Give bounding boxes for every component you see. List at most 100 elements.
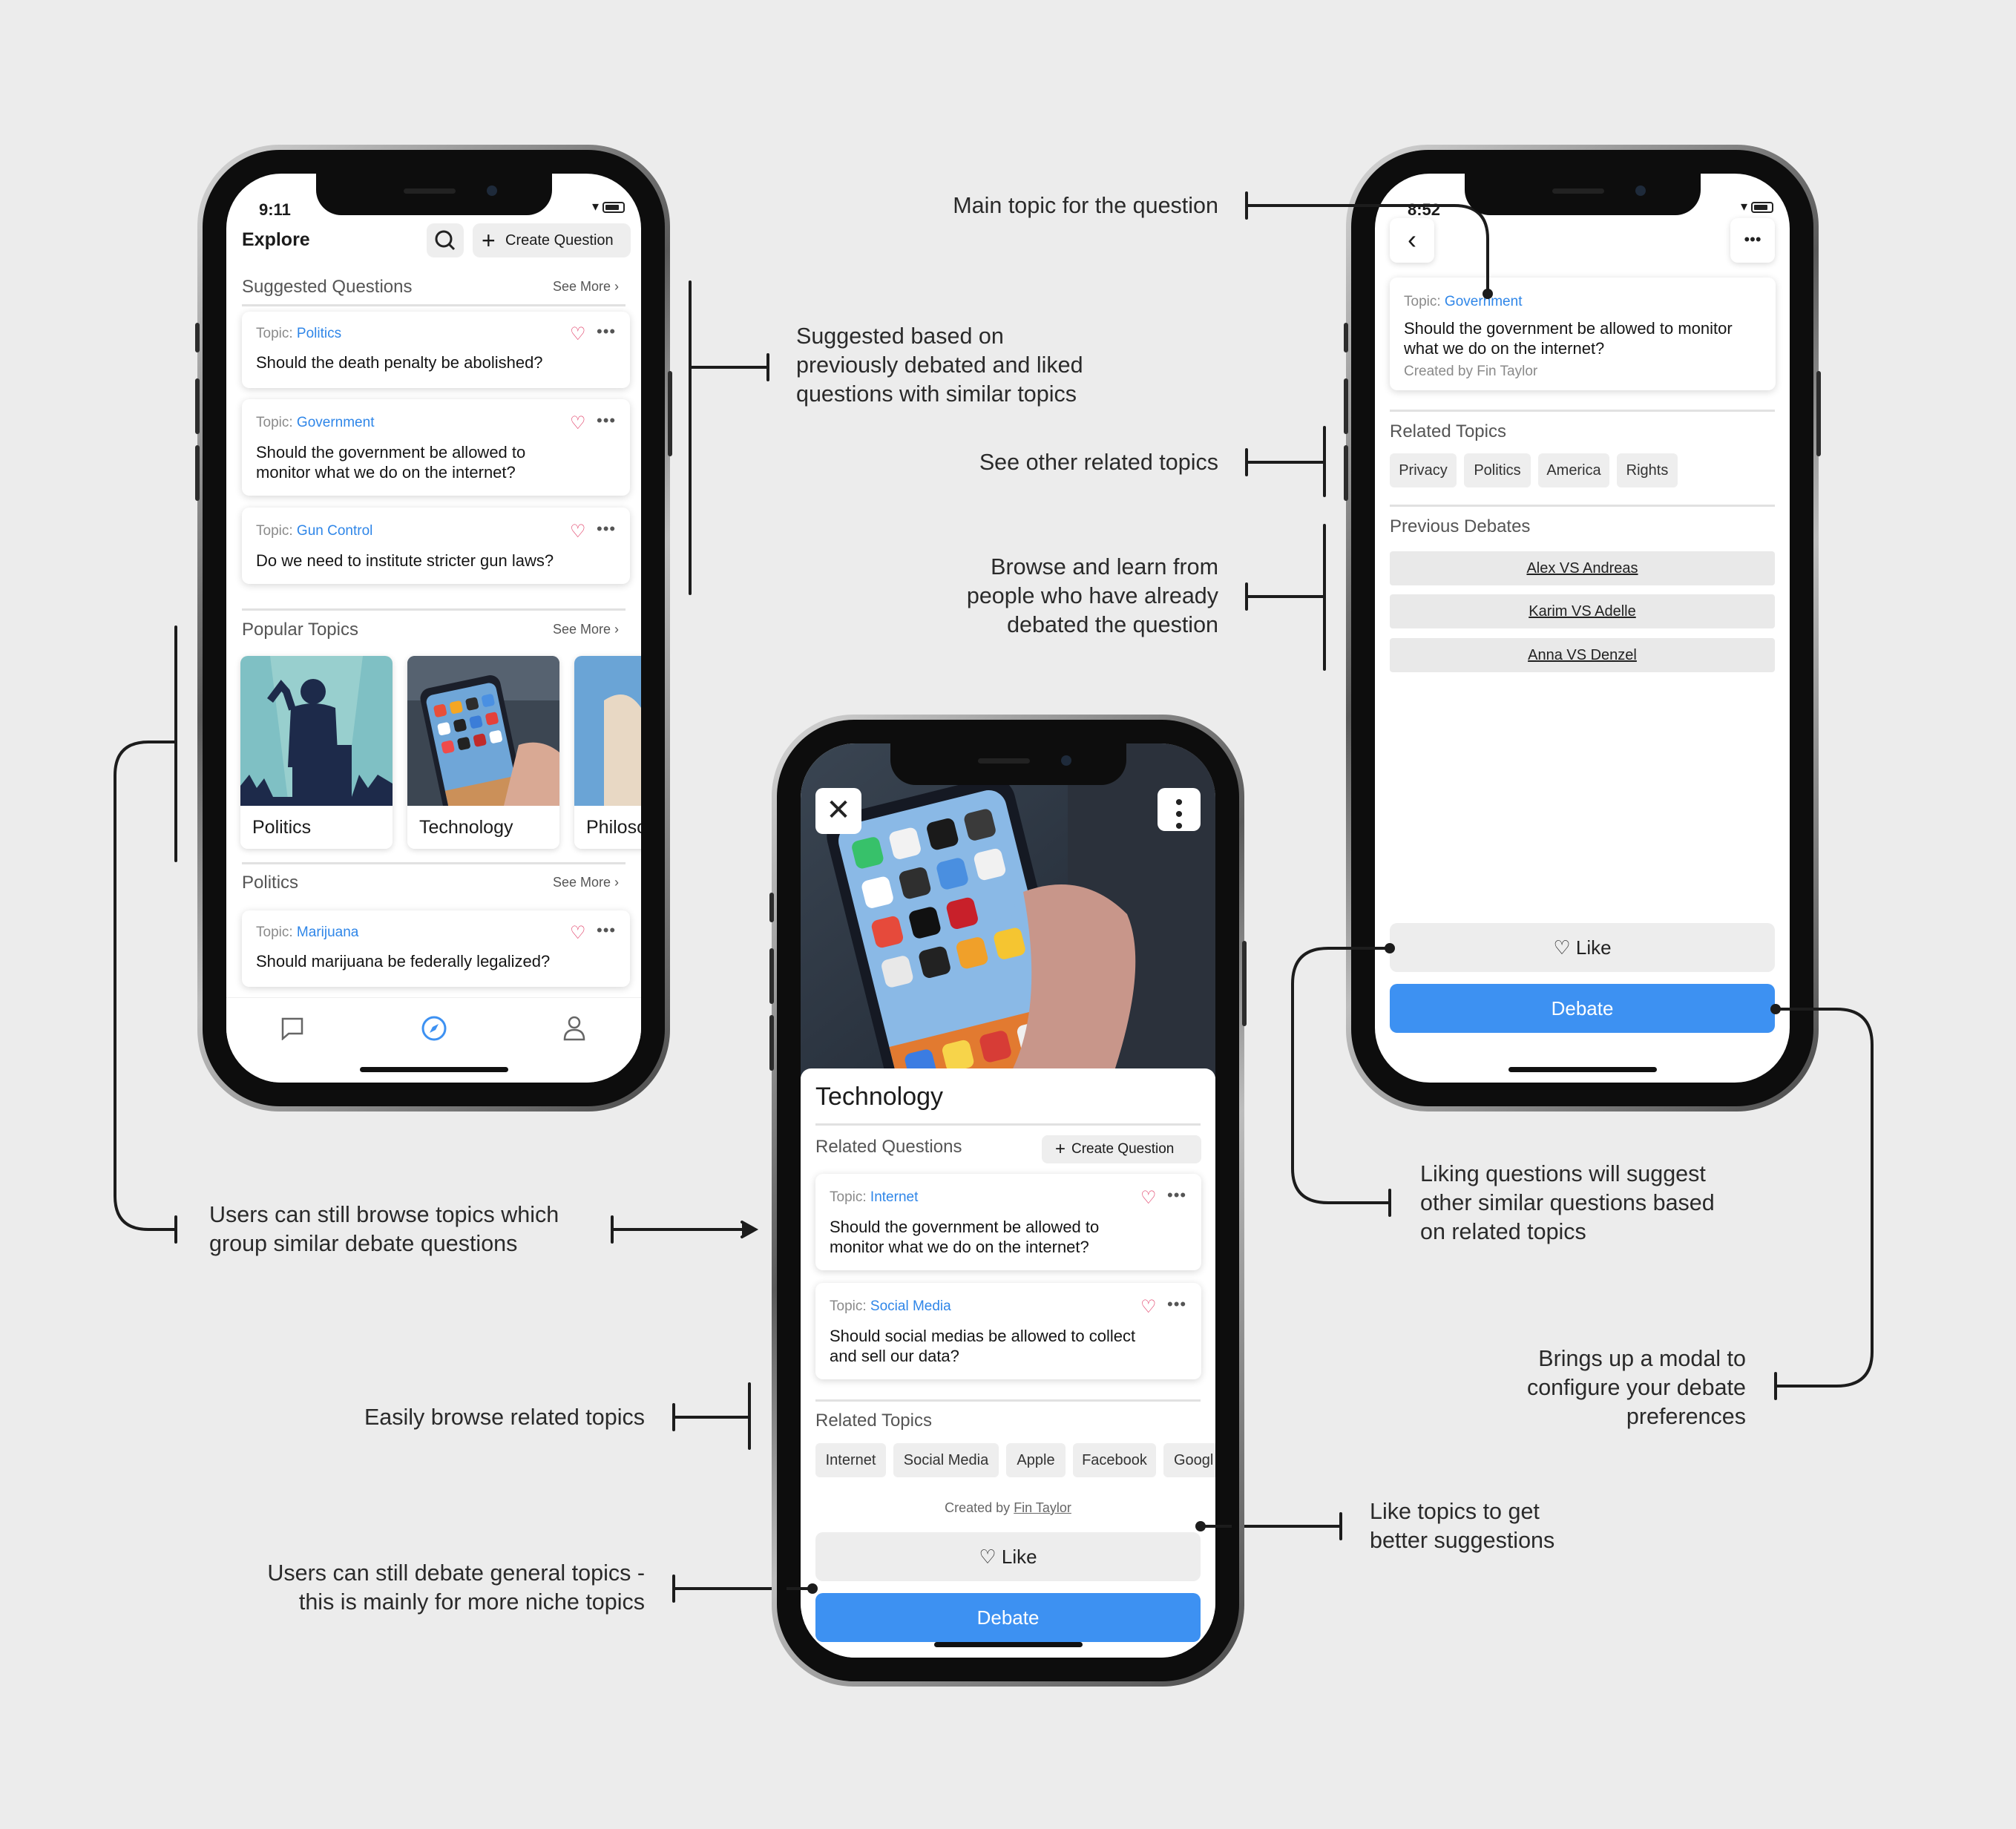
topic-chip[interactable]: Privacy — [1390, 453, 1457, 487]
back-icon[interactable]: ‹ — [1390, 218, 1434, 263]
question-card[interactable]: Topic: Government ♡ ••• Should the gover… — [242, 399, 630, 496]
profile-icon[interactable] — [562, 1015, 587, 1042]
previous-debate-link[interactable]: Alex VS Andreas — [1390, 551, 1775, 585]
topic-prefix: Topic: — [1404, 294, 1441, 309]
more-icon[interactable]: ••• — [597, 413, 616, 429]
heart-icon[interactable]: ♡ — [1140, 1189, 1157, 1207]
topic-chip[interactable]: Apple — [1006, 1443, 1066, 1477]
topic-prefix: Topic: — [256, 326, 293, 341]
compass-icon[interactable] — [421, 1015, 447, 1042]
question-card[interactable]: Topic: Social Media ♡ ••• Should social … — [815, 1283, 1201, 1379]
topic-link[interactable]: Social Media — [870, 1298, 951, 1314]
create-question-button[interactable]: + Create Question — [473, 223, 631, 257]
topic-tile-politics[interactable]: Politics — [240, 656, 393, 849]
more-vertical-icon[interactable]: • • • — [1158, 788, 1201, 838]
topic-link[interactable]: Government — [297, 415, 375, 430]
topic-link[interactable]: Internet — [870, 1189, 918, 1205]
heart-icon[interactable]: ♡ — [570, 326, 586, 344]
side-button — [1344, 323, 1348, 352]
topic-tile-philosophy[interactable]: Philoso — [574, 656, 641, 849]
topic-chip[interactable]: Social Media — [893, 1443, 999, 1477]
like-button[interactable]: ♡ Like — [1390, 923, 1775, 972]
phone-question-detail: 8:52 ▾ ‹ ••• Topic: Government Should th… — [1344, 145, 1821, 1111]
like-label: Like — [1001, 1546, 1037, 1568]
side-button — [195, 445, 200, 501]
tile-label: Politics — [240, 806, 393, 849]
question-text: Should the government be allowed to moni… — [256, 443, 526, 482]
see-more-politics[interactable]: See More › — [553, 875, 619, 890]
topic-chip[interactable]: Googl — [1163, 1443, 1215, 1477]
question-text: Should the government be allowed to moni… — [830, 1218, 1100, 1256]
heart-icon[interactable]: ♡ — [570, 523, 586, 541]
create-question-label: Create Question — [505, 232, 614, 249]
previous-debate-link[interactable]: Karim VS Adelle — [1390, 594, 1775, 628]
topic-link[interactable]: Government — [1445, 294, 1523, 309]
topic-chip[interactable]: Internet — [815, 1443, 886, 1477]
more-icon[interactable]: ••• — [597, 324, 616, 340]
search-button[interactable] — [427, 223, 464, 257]
question-text: Should marijuana be federally legalized? — [256, 952, 551, 971]
see-more-popular[interactable]: See More › — [553, 622, 619, 637]
home-indicator — [359, 1067, 508, 1072]
topic-link[interactable]: Marijuana — [297, 925, 358, 940]
more-icon[interactable]: ••• — [1730, 218, 1775, 263]
line-browse-topics — [114, 625, 177, 1244]
heart-icon[interactable]: ♡ — [570, 415, 586, 433]
question-topic: Topic: Politics — [256, 326, 341, 342]
heart-icon: ♡ — [979, 1546, 996, 1568]
creator-link[interactable]: Fin Taylor — [1014, 1500, 1071, 1515]
create-question-button[interactable]: + Create Question — [1042, 1135, 1201, 1163]
topic-title: Technology — [815, 1083, 944, 1111]
line-browse-learn — [1245, 524, 1326, 671]
explore-screen: 9:11 ▾ Explore + Create Question Suggest… — [226, 174, 641, 1083]
close-icon[interactable]: ✕ — [815, 788, 861, 834]
topic-tile-technology[interactable]: Technology — [407, 656, 559, 849]
question-card[interactable]: Topic: Internet ♡ ••• Should the governm… — [815, 1174, 1201, 1270]
plus-icon: + — [1055, 1139, 1066, 1159]
question-topic: Topic: Gun Control — [256, 523, 372, 539]
debate-button[interactable]: Debate — [1390, 984, 1775, 1033]
previous-debate-link[interactable]: Anna VS Denzel — [1390, 638, 1775, 672]
heart-icon[interactable]: ♡ — [1140, 1298, 1157, 1316]
topic-prefix: Topic: — [830, 1189, 867, 1205]
line-related-easily — [672, 1382, 751, 1450]
see-more-label: See More — [553, 279, 611, 294]
technology-image — [407, 656, 559, 827]
divider — [1390, 505, 1775, 507]
divider — [815, 1123, 1201, 1126]
annotation-browse-topics: Users can still browse topics which grou… — [209, 1202, 559, 1256]
status-time: 8:52 — [1408, 200, 1441, 219]
phone-explore: 9:11 ▾ Explore + Create Question Suggest… — [195, 145, 672, 1111]
plus-icon: + — [482, 227, 496, 254]
debate-button[interactable]: Debate — [815, 1593, 1201, 1642]
previous-debates-title: Previous Debates — [1390, 516, 1531, 536]
divider — [1390, 410, 1775, 412]
side-button — [1242, 941, 1247, 1026]
more-icon[interactable]: ••• — [1167, 1187, 1186, 1204]
chat-icon[interactable] — [280, 1017, 304, 1040]
topic-chip[interactable]: Politics — [1464, 453, 1531, 487]
side-button — [1344, 445, 1348, 501]
question-card[interactable]: Topic: Politics ♡ ••• Should the death p… — [242, 312, 630, 388]
more-icon[interactable]: ••• — [1167, 1296, 1186, 1313]
more-icon[interactable]: ••• — [597, 521, 616, 537]
topic-link[interactable]: Politics — [297, 326, 341, 341]
topic-chip[interactable]: America — [1538, 453, 1609, 487]
like-button[interactable]: ♡ Like — [815, 1532, 1201, 1581]
question-card[interactable]: Topic: Marijuana ♡ ••• Should marijuana … — [242, 910, 630, 987]
heart-icon[interactable]: ♡ — [570, 925, 586, 942]
topic-chip[interactable]: Facebook — [1073, 1443, 1156, 1477]
topic-link[interactable]: Gun Control — [297, 523, 372, 539]
topic-chip[interactable]: Rights — [1617, 453, 1678, 487]
side-button — [769, 1015, 774, 1071]
see-more-suggested[interactable]: See More › — [553, 279, 619, 295]
topic-prefix: Topic: — [830, 1298, 867, 1314]
question-card[interactable]: Topic: Gun Control ♡ ••• Do we need to i… — [242, 508, 630, 584]
notch — [315, 174, 552, 215]
question-topic: Topic: Internet — [830, 1189, 918, 1206]
arrow-head — [741, 1221, 759, 1238]
status-icons: ▾ — [592, 199, 625, 214]
notch — [890, 743, 1126, 785]
more-icon[interactable]: ••• — [597, 922, 616, 939]
question-topic: Topic: Government — [256, 415, 374, 431]
